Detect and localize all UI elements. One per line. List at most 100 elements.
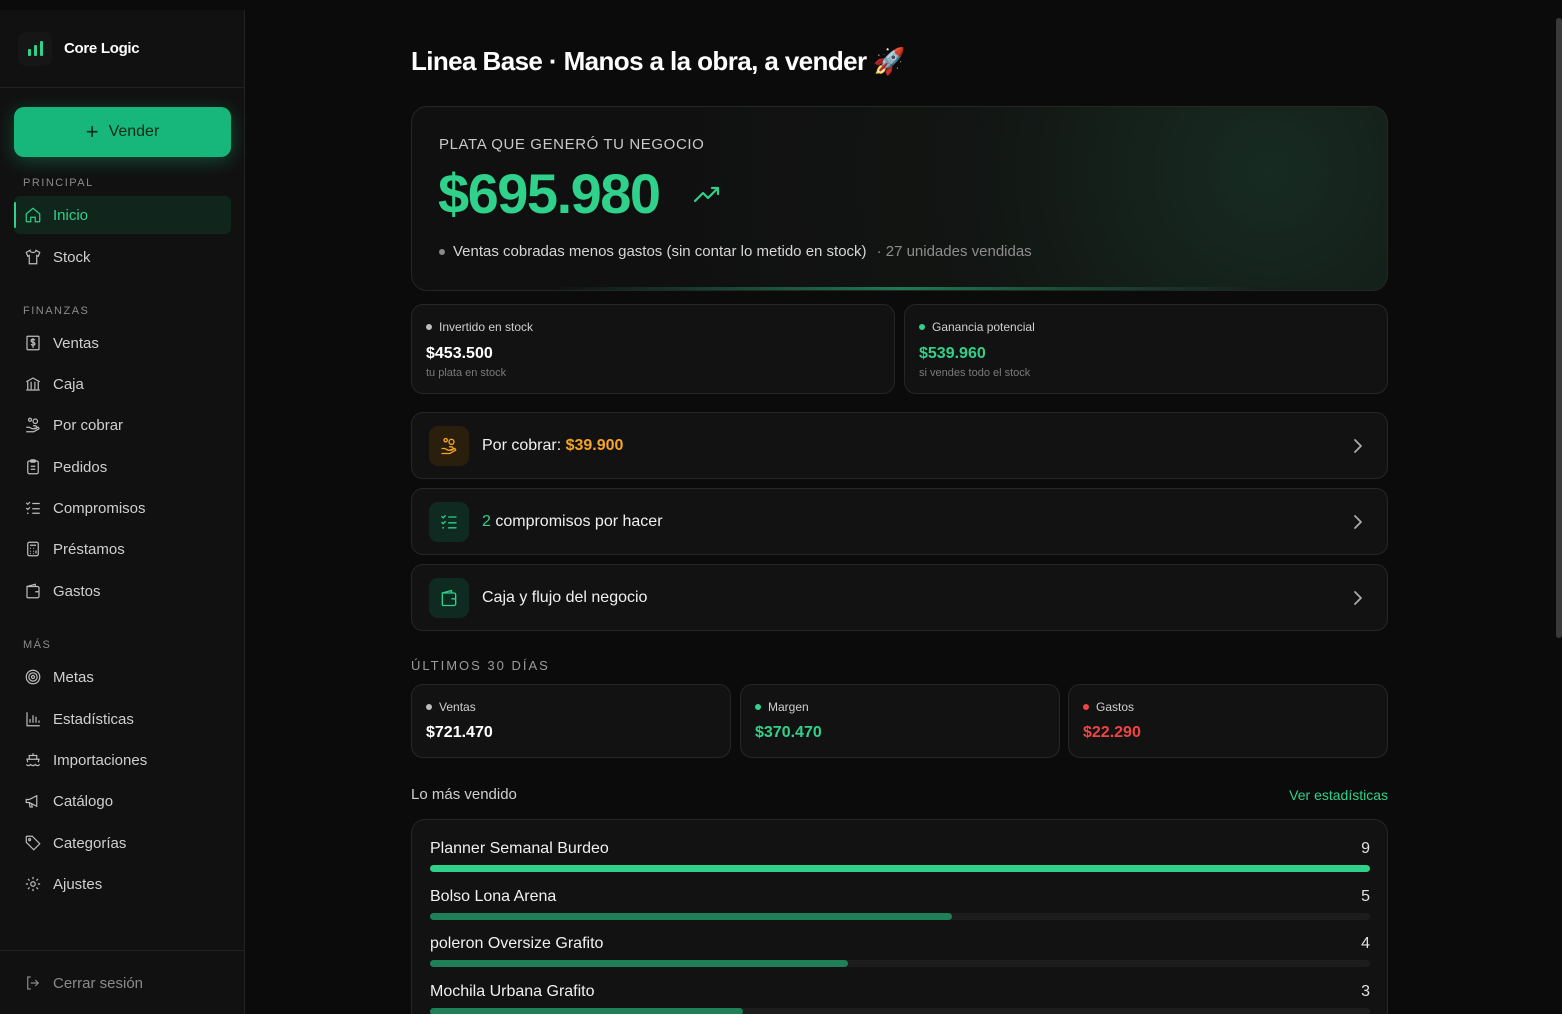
list-item[interactable]: Mochila Urbana Grafito 3 xyxy=(430,983,1370,1014)
logout-button[interactable]: Cerrar sesión xyxy=(14,964,231,1002)
sidebar-item-stock[interactable]: Stock xyxy=(14,238,231,276)
shirt-icon xyxy=(25,249,41,265)
stat-value: $721.470 xyxy=(426,724,493,741)
stat-label: Invertido en stock xyxy=(426,320,533,334)
sidebar: Core Logic + Vender PRINCIPAL Inicio Sto… xyxy=(0,10,245,1014)
scrollbar[interactable] xyxy=(1556,18,1562,638)
hero-glow-line xyxy=(552,287,1252,290)
sidebar-item-label: Catálogo xyxy=(53,792,114,810)
sidebar-item-importaciones[interactable]: Importaciones xyxy=(14,741,231,779)
status-dot xyxy=(426,704,432,710)
product-name: Bolso Lona Arena xyxy=(430,888,557,905)
margin-30d-card[interactable]: Margen $370.470 xyxy=(740,684,1060,758)
invested-stock-card[interactable]: Invertido en stock $453.500 tu plata en … xyxy=(411,304,895,394)
gear-icon xyxy=(25,876,41,892)
sidebar-item-estadisticas[interactable]: Estadísticas xyxy=(14,700,231,738)
progress-fill xyxy=(430,960,848,967)
chevron-right-icon xyxy=(1354,515,1362,529)
status-dot xyxy=(1083,704,1089,710)
cashflow-row[interactable]: Caja y flujo del negocio xyxy=(411,564,1388,631)
sidebar-item-ajustes[interactable]: Ajustes xyxy=(14,865,231,903)
sidebar-item-metas[interactable]: Metas xyxy=(14,658,231,696)
sidebar-item-catalogo[interactable]: Catálogo xyxy=(14,782,231,820)
hero-units-sold: · 27 unidades vendidas xyxy=(876,243,1032,260)
bar-chart-icon xyxy=(26,712,40,727)
stat-label: Ganancia potencial xyxy=(919,320,1035,334)
stat-label-text: Invertido en stock xyxy=(439,320,534,334)
dollar-receipt-icon xyxy=(26,335,40,351)
sidebar-item-caja[interactable]: Caja xyxy=(14,365,231,403)
commitments-label: compromisos por hacer xyxy=(490,512,663,530)
sales-30d-card[interactable]: Ventas $721.470 xyxy=(411,684,731,758)
section-finanzas: FINANZAS xyxy=(23,305,90,317)
sidebar-item-label: Inicio xyxy=(53,206,89,224)
divider xyxy=(0,950,245,951)
expenses-30d-card[interactable]: Gastos $22.290 xyxy=(1068,684,1388,758)
stat-sub: si vendes todo el stock xyxy=(919,367,1031,379)
hero-label: PLATA QUE GENERÓ TU NEGOCIO xyxy=(439,136,705,153)
hero-note: Ventas cobradas menos gastos (sin contar… xyxy=(439,243,1032,260)
trending-up-icon xyxy=(693,186,720,203)
page-title: Linea Base · Manos a la obra, a vender 🚀 xyxy=(411,46,905,76)
hand-coins-icon xyxy=(26,417,40,433)
sidebar-item-ventas[interactable]: Ventas xyxy=(14,324,231,362)
sidebar-item-label: Pedidos xyxy=(53,458,108,476)
bullet-dot xyxy=(439,248,445,255)
sidebar-item-compromisos[interactable]: Compromisos xyxy=(14,489,231,527)
top-sellers-card: Planner Semanal Burdeo 9 Bolso Lona Aren… xyxy=(411,819,1388,1014)
sell-button[interactable]: + Vender xyxy=(14,107,231,157)
product-count: 3 xyxy=(1361,983,1370,1000)
sidebar-item-label: Préstamos xyxy=(53,540,125,558)
stat-value: $22.290 xyxy=(1083,724,1141,741)
progress-fill xyxy=(430,913,953,920)
sidebar-item-inicio[interactable]: Inicio xyxy=(14,196,231,234)
megaphone-icon xyxy=(25,794,38,808)
receivable-row[interactable]: Por cobrar: $39.900 xyxy=(411,412,1388,479)
stat-label-text: Ventas xyxy=(439,700,476,714)
sidebar-item-por-cobrar[interactable]: Por cobrar xyxy=(14,406,231,444)
view-statistics-link[interactable]: Ver estadísticas xyxy=(1289,787,1388,803)
receivable-amount: $39.900 xyxy=(565,436,624,454)
status-dot xyxy=(919,324,925,330)
commitments-count: 2 xyxy=(482,512,491,530)
list-item[interactable]: Planner Semanal Burdeo 9 xyxy=(430,840,1370,880)
progress-track xyxy=(430,1008,1370,1014)
hero-note-text: Ventas cobradas menos gastos (sin contar… xyxy=(453,243,867,260)
sidebar-item-gastos[interactable]: Gastos xyxy=(14,572,231,610)
cashflow-label: Caja y flujo del negocio xyxy=(482,588,648,606)
commitments-row[interactable]: 2 compromisos por hacer xyxy=(411,488,1388,555)
status-dot xyxy=(755,704,761,710)
progress-track xyxy=(430,865,1370,872)
product-name: Planner Semanal Burdeo xyxy=(430,840,609,857)
home-icon xyxy=(25,207,41,223)
stat-label: Margen xyxy=(755,700,809,714)
sidebar-item-pedidos[interactable]: Pedidos xyxy=(14,448,231,486)
product-count: 4 xyxy=(1361,935,1370,952)
sidebar-item-prestamos[interactable]: Préstamos xyxy=(14,530,231,568)
hero-value: $695.980 xyxy=(438,162,661,225)
section-mas: MÁS xyxy=(23,639,52,651)
section-principal: PRINCIPAL xyxy=(23,177,94,189)
wallet-icon xyxy=(26,583,40,599)
wallet-icon xyxy=(429,577,469,618)
bank-icon xyxy=(25,377,41,391)
sidebar-item-label: Importaciones xyxy=(53,751,148,769)
potential-profit-card[interactable]: Ganancia potencial $539.960 si vendes to… xyxy=(904,304,1388,394)
sidebar-item-label: Ajustes xyxy=(53,875,103,893)
list-item[interactable]: poleron Oversize Grafito 4 xyxy=(430,935,1370,975)
receivable-label: Por cobrar: xyxy=(482,436,566,454)
last-30-days-title: ÚLTIMOS 30 DÍAS xyxy=(411,658,550,673)
sidebar-item-label: Gastos xyxy=(53,582,101,600)
sidebar-item-categorias[interactable]: Categorías xyxy=(14,824,231,862)
sell-button-label: Vender xyxy=(108,123,160,140)
sidebar-item-label: Por cobrar xyxy=(53,416,124,434)
stat-label-text: Margen xyxy=(768,700,809,714)
list-item[interactable]: Bolso Lona Arena 5 xyxy=(430,888,1370,928)
stat-label-text: Ganancia potencial xyxy=(932,320,1035,334)
clipboard-icon xyxy=(27,459,39,475)
logout-label: Cerrar sesión xyxy=(53,974,144,992)
progress-fill xyxy=(430,865,1370,872)
sidebar-item-label: Categorías xyxy=(53,834,127,852)
brand[interactable]: Core Logic xyxy=(0,10,244,88)
profit-hero-card: PLATA QUE GENERÓ TU NEGOCIO $695.980 Ven… xyxy=(411,106,1388,291)
